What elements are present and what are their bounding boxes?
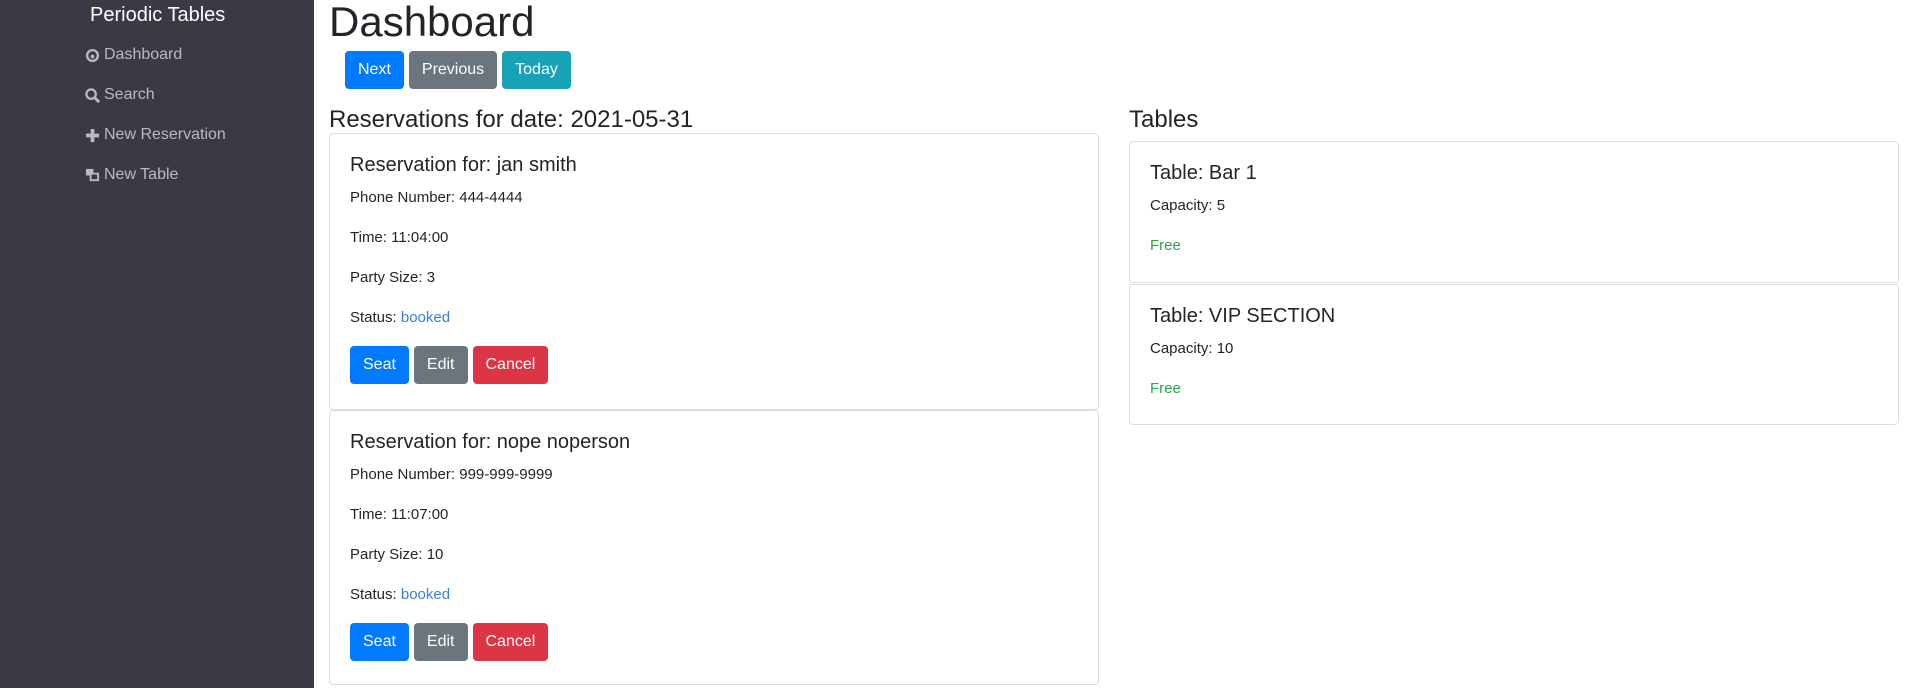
- cancel-button[interactable]: Cancel: [472, 623, 549, 661]
- table-status: Free: [1150, 237, 1181, 254]
- reservations-heading: Reservations for date: 2021-05-31: [329, 106, 694, 133]
- edit-button[interactable]: Edit: [413, 346, 468, 384]
- time-label: Time:: [350, 229, 392, 246]
- today-button[interactable]: Today: [502, 51, 571, 89]
- party-label: Party Size:: [350, 546, 427, 563]
- phone: 444-4444: [459, 189, 523, 206]
- table-status: Free: [1150, 380, 1181, 397]
- table-card: Table: VIP SECTION Capacity: 10 Free: [1129, 284, 1899, 425]
- brand-title[interactable]: Periodic Tables: [90, 4, 225, 27]
- page-title: Dashboard: [329, 0, 535, 45]
- search-icon: [85, 87, 100, 103]
- reservation-name: Reservation for: jan smith: [350, 154, 577, 176]
- nav-new-reservation[interactable]: New Reservation: [85, 126, 226, 144]
- nav-label: New Table: [104, 166, 179, 183]
- previous-button[interactable]: Previous: [408, 51, 498, 89]
- table-icon: [85, 168, 100, 181]
- nav-label: Search: [104, 86, 155, 103]
- nav-label: New Reservation: [104, 126, 226, 143]
- reservation-card: Reservation for: jan smith Phone Number:…: [329, 133, 1099, 410]
- phone: 999-999-9999: [459, 466, 553, 483]
- party-size: 10: [426, 546, 444, 563]
- cancel-button[interactable]: Cancel: [472, 346, 549, 384]
- plus-icon: [85, 128, 100, 142]
- nav-new-table[interactable]: New Table: [85, 166, 178, 184]
- status-value: booked: [400, 309, 451, 326]
- status-label: Status:: [350, 586, 401, 603]
- reservation-card: Reservation for: nope noperson Phone Num…: [329, 410, 1099, 685]
- capacity-label: Capacity:: [1150, 197, 1217, 214]
- time: 11:04:00: [391, 229, 449, 246]
- nav-dashboard[interactable]: Dashboard: [85, 46, 182, 64]
- status-value: booked: [400, 586, 451, 603]
- phone-label: Phone Number:: [350, 466, 460, 483]
- seat-button[interactable]: Seat: [350, 623, 409, 661]
- capacity: 5: [1216, 197, 1226, 214]
- reservation-name: Reservation for: nope noperson: [350, 431, 631, 453]
- tables-heading: Tables: [1129, 106, 1199, 133]
- capacity: 10: [1216, 340, 1234, 357]
- next-button[interactable]: Next: [345, 51, 404, 89]
- time-label: Time:: [350, 506, 392, 523]
- dashboard-icon: [85, 48, 100, 62]
- table-card: Table: Bar 1 Capacity: 5 Free: [1129, 141, 1899, 283]
- capacity-label: Capacity:: [1150, 340, 1217, 357]
- table-name: Table: Bar 1: [1150, 162, 1257, 184]
- nav-label: Dashboard: [104, 46, 183, 63]
- status-label: Status:: [350, 309, 401, 326]
- edit-button[interactable]: Edit: [413, 623, 468, 661]
- seat-button[interactable]: Seat: [350, 346, 409, 384]
- time: 11:07:00: [391, 506, 449, 523]
- phone-label: Phone Number:: [350, 189, 460, 206]
- party-size: 3: [426, 269, 436, 286]
- party-label: Party Size:: [350, 269, 427, 286]
- sidebar: Periodic Tables Dashboard Search New Res…: [0, 0, 314, 688]
- table-name: Table: VIP SECTION: [1150, 305, 1336, 327]
- nav-search[interactable]: Search: [85, 86, 155, 104]
